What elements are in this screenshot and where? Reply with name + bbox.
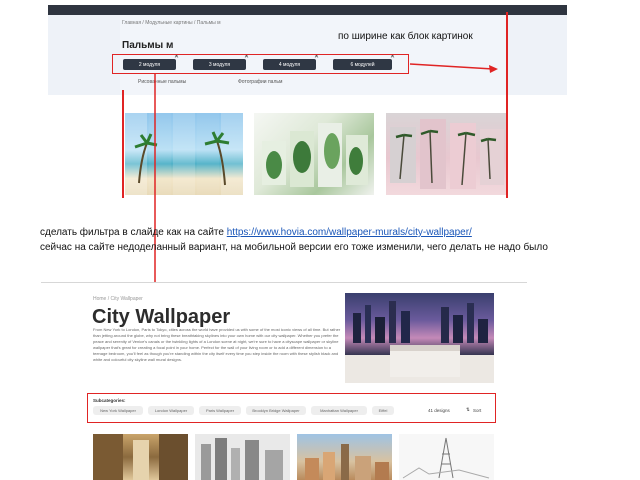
bed-image bbox=[390, 345, 460, 377]
instruction-line-1: сделать фильтра в слайде как на сайте ht… bbox=[40, 227, 472, 238]
product-image-street[interactable] bbox=[93, 434, 188, 480]
breadcrumb[interactable]: Home / City Wallpaper bbox=[93, 296, 143, 302]
instruction-text: сделать фильтра в слайде как на сайте bbox=[40, 227, 227, 238]
product-image-eiffel-sketch[interactable] bbox=[399, 434, 494, 480]
annotation-frame-chips bbox=[87, 393, 496, 423]
product-image-bw-city[interactable] bbox=[195, 434, 290, 480]
instruction-line-2: сейчас на сайте недоделанный вариант, на… bbox=[40, 242, 548, 253]
product-image-old-town[interactable] bbox=[297, 434, 392, 480]
reference-link[interactable]: https://www.hovia.com/wallpaper-murals/c… bbox=[227, 227, 472, 238]
divider bbox=[41, 282, 527, 283]
page-title: City Wallpaper bbox=[92, 306, 231, 328]
category-description: From New York to London, Paris to Tokyo,… bbox=[93, 327, 341, 362]
